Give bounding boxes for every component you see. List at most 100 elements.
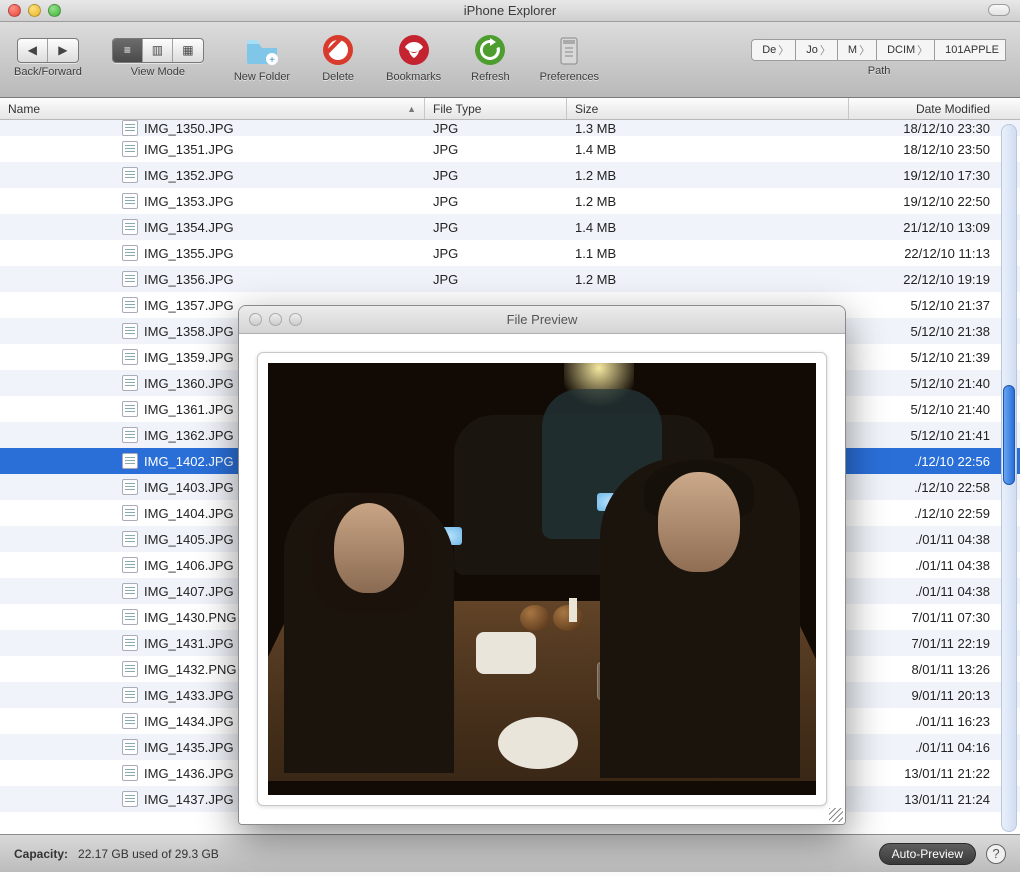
file-name: IMG_1355.JPG <box>144 246 234 261</box>
file-name: IMG_1361.JPG <box>144 402 234 417</box>
backforward-label: Back/Forward <box>14 66 82 78</box>
auto-preview-button[interactable]: Auto-Preview <box>879 843 976 865</box>
file-icon <box>122 453 138 469</box>
preview-title: File Preview <box>239 312 845 327</box>
col-name[interactable]: Name ▲ <box>0 98 425 119</box>
viewmode-grid-button[interactable]: ▦ <box>173 39 203 62</box>
help-button[interactable]: ? <box>986 844 1006 864</box>
delete-icon[interactable] <box>320 32 356 68</box>
newfolder-icon[interactable]: + <box>244 32 280 68</box>
file-preview-window: File Preview <box>238 305 846 825</box>
newfolder-group: + New Folder <box>234 32 290 83</box>
file-name: IMG_1431.JPG <box>144 636 234 651</box>
resize-handle-icon[interactable] <box>829 808 843 822</box>
path-segment[interactable]: 101APPLE <box>934 39 1006 61</box>
status-bar: Capacity: 22.17 GB used of 29.3 GB Auto-… <box>0 834 1020 872</box>
file-icon <box>122 505 138 521</box>
back-button[interactable]: ◀ <box>18 39 48 62</box>
file-icon <box>122 167 138 183</box>
file-icon <box>122 349 138 365</box>
col-name-label: Name <box>8 102 40 116</box>
file-date: 5/12/10 21:39 <box>849 350 1020 365</box>
file-size: 1.3 MB <box>567 121 849 136</box>
file-date: 5/12/10 21:38 <box>849 324 1020 339</box>
file-date: 18/12/10 23:30 <box>849 121 1020 136</box>
file-name: IMG_1403.JPG <box>144 480 234 495</box>
table-row[interactable]: IMG_1351.JPGJPG1.4 MB18/12/10 23:50 <box>0 136 1020 162</box>
file-name: IMG_1362.JPG <box>144 428 234 443</box>
file-icon <box>122 297 138 313</box>
viewmode-group: ≡ ▥ ▦ View Mode <box>112 38 204 78</box>
file-icon <box>122 557 138 573</box>
viewmode-columns-button[interactable]: ▥ <box>143 39 173 62</box>
preview-image <box>268 363 816 795</box>
file-type: JPG <box>425 121 567 136</box>
file-name: IMG_1351.JPG <box>144 142 234 157</box>
sort-arrow-icon: ▲ <box>407 104 416 114</box>
file-icon <box>122 323 138 339</box>
file-name: IMG_1353.JPG <box>144 194 234 209</box>
table-row[interactable]: IMG_1354.JPGJPG1.4 MB21/12/10 13:09 <box>0 214 1020 240</box>
path-segment[interactable]: De〉 <box>751 39 796 61</box>
file-name: IMG_1433.JPG <box>144 688 234 703</box>
svg-text:+: + <box>269 55 275 66</box>
preferences-label: Preferences <box>540 71 599 83</box>
refresh-label: Refresh <box>471 71 510 83</box>
path-group: De〉Jo〉M〉DCIM〉101APPLE Path <box>752 38 1006 77</box>
col-filetype[interactable]: File Type <box>425 98 567 119</box>
file-type: JPG <box>425 194 567 209</box>
file-name: IMG_1350.JPG <box>144 121 234 136</box>
refresh-icon[interactable] <box>472 32 508 68</box>
forward-button[interactable]: ▶ <box>48 39 78 62</box>
table-row[interactable]: IMG_1353.JPGJPG1.2 MB19/12/10 22:50 <box>0 188 1020 214</box>
preview-frame <box>257 352 827 806</box>
preview-titlebar[interactable]: File Preview <box>239 306 845 334</box>
newfolder-label: New Folder <box>234 71 290 83</box>
path-breadcrumb[interactable]: De〉Jo〉M〉DCIM〉101APPLE <box>752 38 1006 62</box>
capacity-value: 22.17 GB used of 29.3 GB <box>78 847 219 861</box>
file-type: JPG <box>425 142 567 157</box>
file-icon <box>122 193 138 209</box>
toolbar-pill-icon[interactable] <box>988 4 1010 16</box>
file-type: JPG <box>425 246 567 261</box>
bookmarks-icon[interactable] <box>396 32 432 68</box>
path-segment[interactable]: DCIM〉 <box>876 39 935 61</box>
file-size: 1.2 MB <box>567 272 849 287</box>
delete-label: Delete <box>322 71 354 83</box>
table-row[interactable]: IMG_1352.JPGJPG1.2 MB19/12/10 17:30 <box>0 162 1020 188</box>
path-segment[interactable]: Jo〉 <box>795 39 838 61</box>
viewmode-list-button[interactable]: ≡ <box>113 39 143 62</box>
file-icon <box>122 245 138 261</box>
file-name: IMG_1407.JPG <box>144 584 234 599</box>
col-size[interactable]: Size <box>567 98 849 119</box>
viewmode-buttons: ≡ ▥ ▦ <box>112 38 204 63</box>
window-title: iPhone Explorer <box>0 3 1020 18</box>
file-date: ./01/11 16:23 <box>849 714 1020 729</box>
delete-group: Delete <box>320 32 356 83</box>
col-date[interactable]: Date Modified <box>849 98 1020 119</box>
file-icon <box>122 479 138 495</box>
col-type-label: File Type <box>433 102 481 116</box>
file-size: 1.2 MB <box>567 168 849 183</box>
file-date: 13/01/11 21:24 <box>849 792 1020 807</box>
file-name: IMG_1352.JPG <box>144 168 234 183</box>
file-date: ./12/10 22:56 <box>849 454 1020 469</box>
table-row[interactable]: IMG_1355.JPGJPG1.1 MB22/12/10 11:13 <box>0 240 1020 266</box>
bookmarks-label: Bookmarks <box>386 71 441 83</box>
scrollbar-thumb[interactable] <box>1003 385 1015 485</box>
table-row[interactable]: IMG_1356.JPGJPG1.2 MB22/12/10 19:19 <box>0 266 1020 292</box>
vertical-scrollbar[interactable] <box>1001 124 1017 832</box>
chevron-right-icon: 〉 <box>917 42 928 58</box>
path-segment[interactable]: M〉 <box>837 39 877 61</box>
table-row[interactable]: IMG_1350.JPG JPG 1.3 MB 18/12/10 23:30 <box>0 120 1020 136</box>
viewmode-label: View Mode <box>131 66 185 78</box>
file-name: IMG_1360.JPG <box>144 376 234 391</box>
file-date: 18/12/10 23:50 <box>849 142 1020 157</box>
file-icon <box>122 271 138 287</box>
file-icon <box>122 739 138 755</box>
file-date: 22/12/10 11:13 <box>849 246 1020 261</box>
preferences-icon[interactable] <box>551 32 587 68</box>
col-date-label: Date Modified <box>916 102 990 116</box>
file-name: IMG_1432.PNG <box>144 662 237 677</box>
file-date: 19/12/10 17:30 <box>849 168 1020 183</box>
